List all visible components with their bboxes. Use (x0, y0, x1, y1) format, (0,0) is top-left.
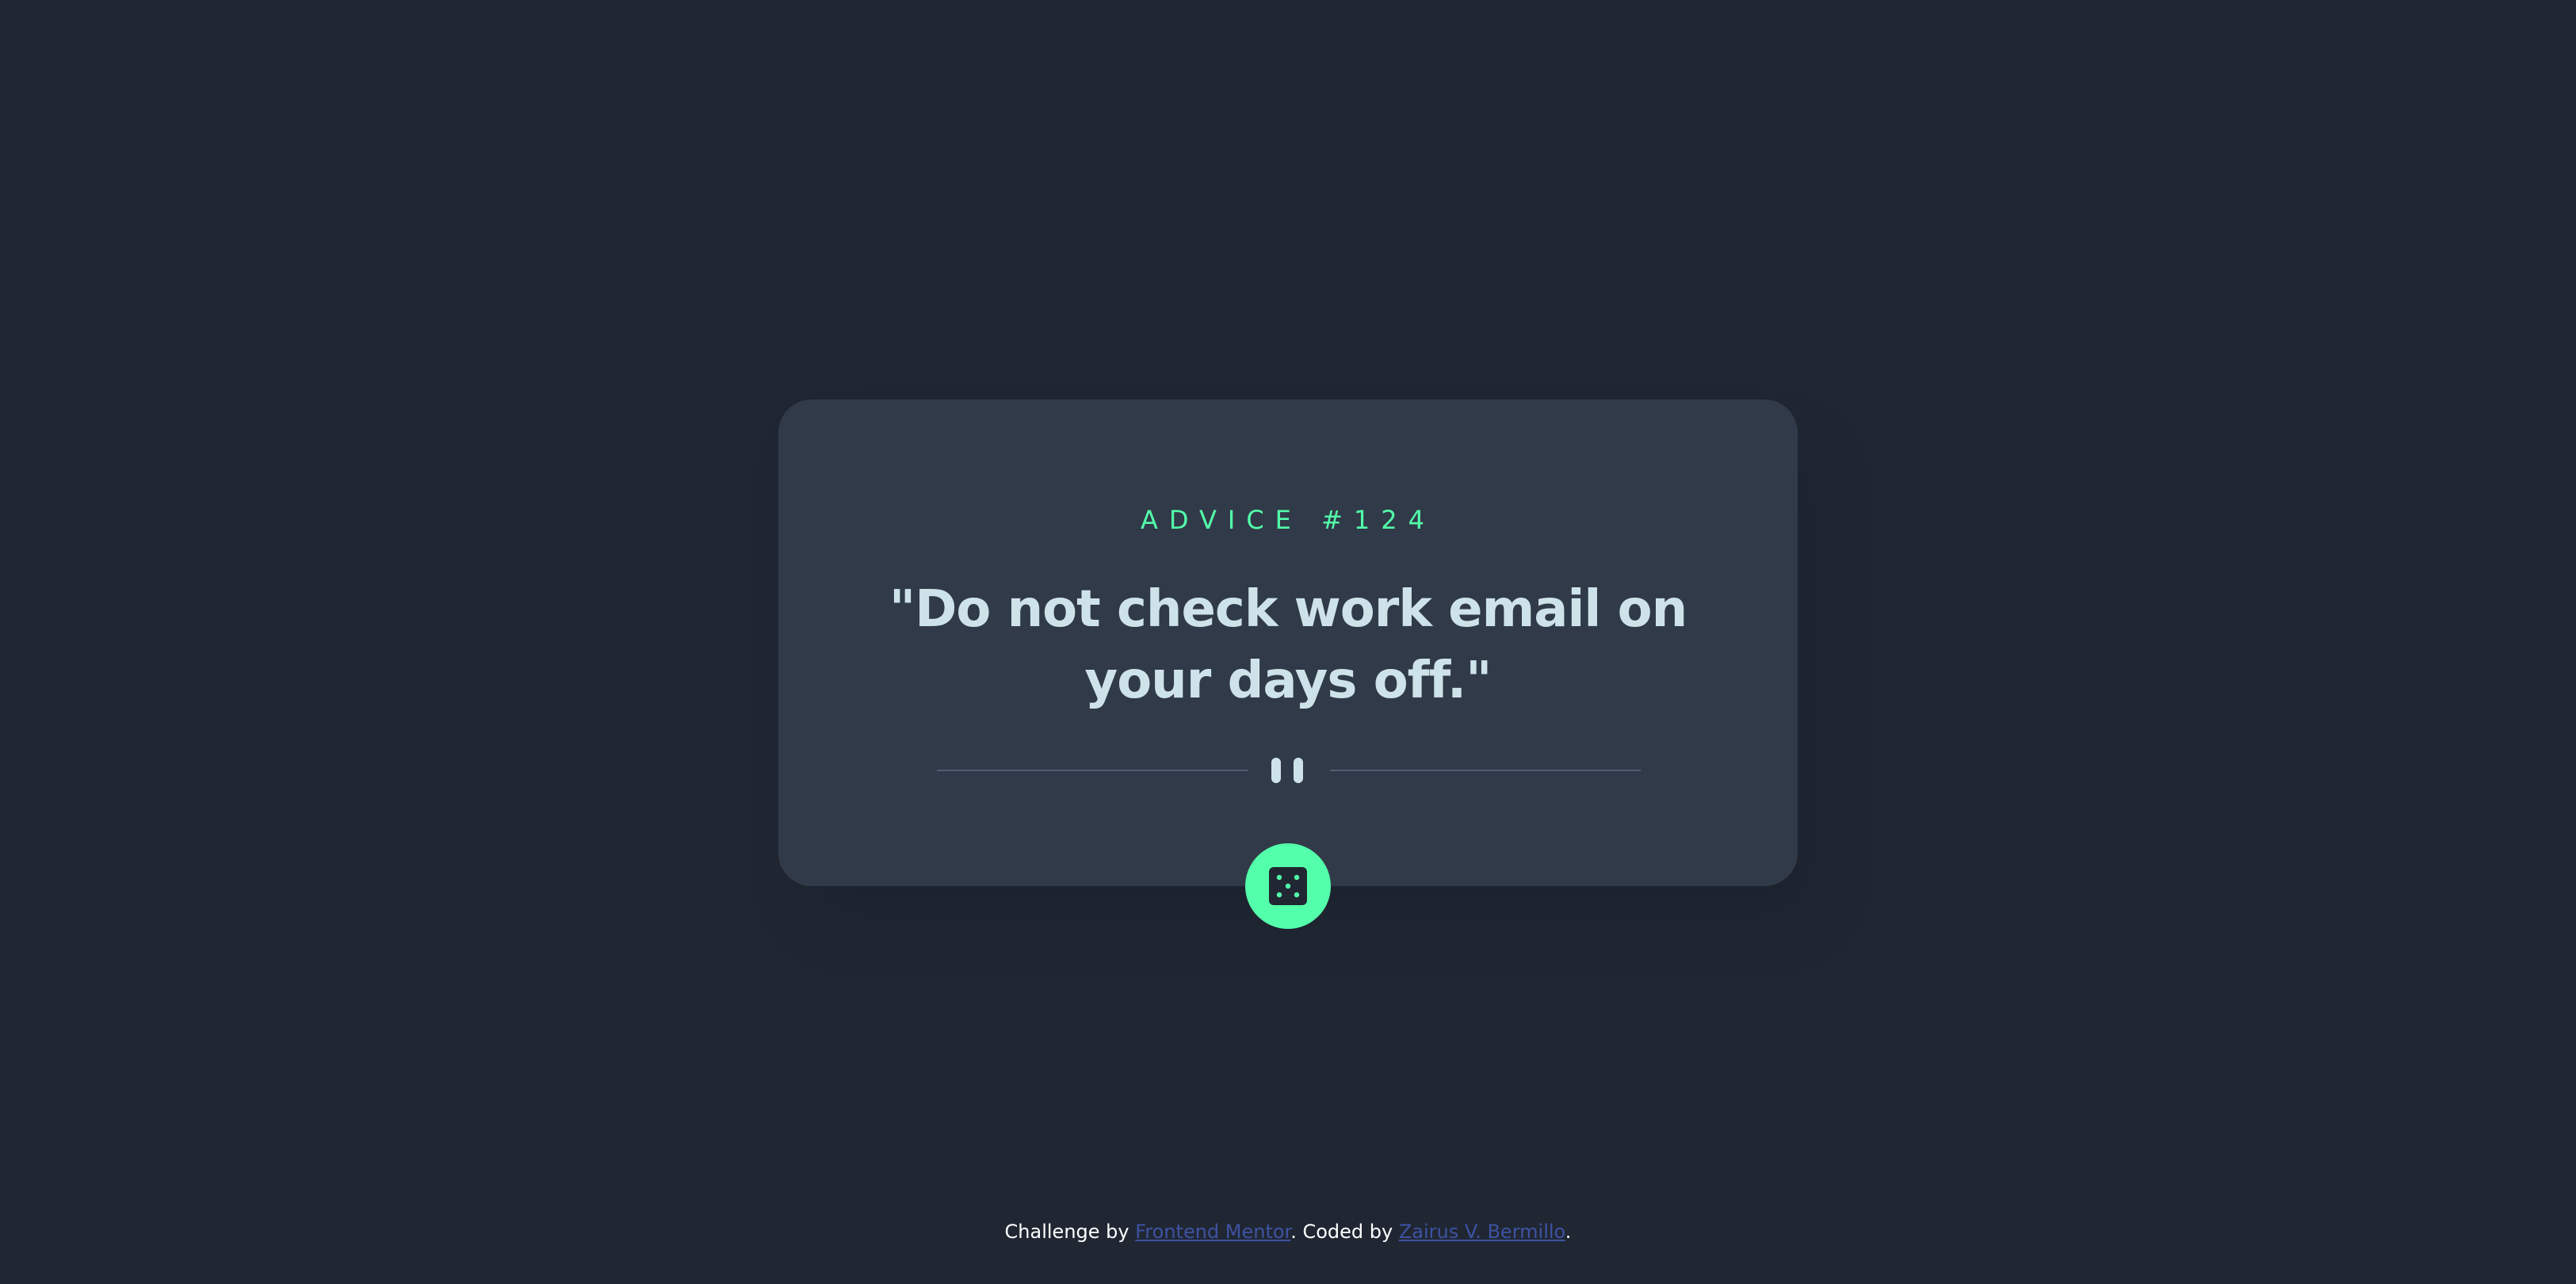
advice-id: ADVICE #124 (1141, 505, 1435, 535)
footer-middle: . Coded by (1290, 1221, 1399, 1243)
attribution-footer: Challenge by Frontend Mentor. Coded by Z… (0, 1217, 2576, 1246)
frontend-mentor-link[interactable]: Frontend Mentor (1135, 1221, 1290, 1243)
advice-quote: "Do not check work email on your days of… (889, 580, 1687, 710)
footer-prefix: Challenge by (1004, 1221, 1136, 1243)
footer-suffix: . (1565, 1221, 1572, 1243)
author-link[interactable]: Zairus V. Bermillo (1399, 1221, 1565, 1243)
new-advice-button[interactable] (1245, 843, 1331, 929)
pause-icon (1271, 758, 1306, 783)
divider-left (937, 770, 1248, 771)
dice-icon (1269, 867, 1307, 905)
divider-right (1330, 770, 1641, 771)
